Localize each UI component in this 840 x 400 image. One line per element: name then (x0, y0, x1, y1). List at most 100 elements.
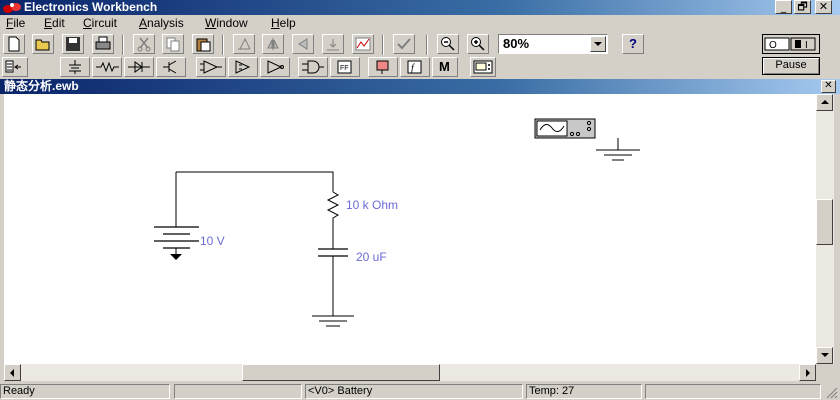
print-button[interactable] (92, 34, 114, 54)
mixed-ic-icon (235, 60, 251, 74)
miscellaneous-bin-button[interactable]: M (432, 57, 458, 77)
basic-bin-button[interactable] (92, 57, 122, 77)
zoom-out-button[interactable] (437, 34, 459, 54)
flip-vertical-button[interactable] (292, 34, 314, 54)
scroll-down-button[interactable] (816, 347, 833, 364)
main-toolbar (0, 34, 840, 56)
subcircuit-button[interactable] (393, 34, 415, 54)
rotate-button[interactable] (233, 34, 255, 54)
mixed-ics-bin-button[interactable] (228, 57, 258, 77)
power-switch-icon: O I (764, 37, 816, 51)
menu-analysis[interactable]: Analysis (139, 16, 184, 31)
scroll-up-button[interactable] (816, 94, 833, 111)
status-temperature: Temp: 27 (526, 384, 642, 399)
menu-edit[interactable]: Edit (44, 16, 65, 31)
status-component: <V0> Battery (305, 384, 523, 399)
graph-icon (355, 37, 371, 51)
parts-bin-button[interactable] (2, 57, 28, 77)
zoom-in-button[interactable] (467, 34, 489, 54)
horizontal-scroll-thumb[interactable] (242, 364, 440, 381)
component-properties-button[interactable] (322, 34, 344, 54)
menu-circuit[interactable]: Circuit (83, 16, 117, 31)
function-generator[interactable] (534, 118, 596, 139)
indicators-bin-button[interactable] (368, 57, 398, 77)
resistor (326, 191, 340, 249)
capacitor[interactable] (318, 248, 348, 316)
document-close-button[interactable]: ✕ (821, 80, 836, 93)
menu-window[interactable]: Window (205, 16, 248, 31)
transistor-icon (163, 60, 177, 74)
menu-analysis-label: nalysis (147, 16, 184, 30)
menu-help-label: elp (279, 16, 296, 30)
vertical-scrollbar[interactable] (816, 94, 834, 364)
save-button[interactable] (62, 34, 84, 54)
top-wire (176, 171, 334, 192)
minimize-button[interactable]: _ (775, 0, 792, 14)
flip-horizontal-button[interactable] (262, 34, 284, 54)
controls-bin-button[interactable]: f (400, 57, 430, 77)
open-folder-icon (35, 39, 50, 51)
circuit-canvas[interactable]: 10 V 10 k Ohm 20 uF (4, 94, 816, 364)
circuit-schematic (154, 118, 640, 327)
clipboard-icon (196, 38, 211, 52)
new-button[interactable] (3, 34, 25, 54)
digital-ics-bin-button[interactable] (260, 57, 290, 77)
sources-bin-button[interactable] (60, 57, 90, 77)
menu-edit-mnemonic: E (44, 16, 53, 30)
help-button[interactable]: ? (622, 34, 644, 54)
zoom-select[interactable]: 80% (498, 34, 608, 54)
copy-button[interactable] (162, 34, 184, 54)
menu-file[interactable]: File (6, 16, 25, 31)
menu-help[interactable]: Help (271, 16, 296, 31)
graph-button[interactable] (352, 34, 374, 54)
toolbar-separator (222, 35, 224, 55)
cut-button[interactable] (133, 34, 155, 54)
instruments-bin-button[interactable] (470, 57, 496, 77)
ground-capacitor (312, 315, 354, 327)
paste-button[interactable] (192, 34, 214, 54)
close-button[interactable]: ✕ (815, 0, 832, 14)
logic-gates-bin-button[interactable] (298, 57, 328, 77)
diodes-bin-button[interactable] (124, 57, 154, 77)
menu-circuit-label: ircuit (91, 16, 118, 30)
capacitor-label: 20 uF (356, 250, 387, 264)
flip-vertical-icon (298, 38, 308, 50)
menu-edit-label: dit (52, 16, 65, 30)
analog-ics-bin-button[interactable] (196, 57, 226, 77)
power-switch[interactable]: O I (762, 34, 820, 54)
toolbar-separator (122, 35, 124, 55)
digital-bin-button[interactable]: FF (330, 57, 360, 77)
scroll-left-button[interactable] (4, 364, 21, 381)
vertical-scroll-thumb[interactable] (816, 199, 833, 245)
toolbar-separator (382, 35, 384, 55)
component-toolbar: FF f M (0, 57, 840, 77)
open-button[interactable] (32, 34, 54, 54)
copy-icon (166, 37, 180, 52)
flip-flop-icon: FF (337, 60, 352, 74)
resize-grip-icon[interactable] (824, 385, 838, 399)
transistors-bin-button[interactable] (156, 57, 186, 77)
menu-window-mnemonic: W (205, 16, 217, 30)
battery[interactable] (154, 226, 199, 260)
restore-button[interactable]: 🗗 (794, 0, 811, 14)
opamp-icon (200, 60, 222, 74)
flip-horizontal-icon (267, 38, 279, 50)
svg-text:FF: FF (340, 65, 349, 72)
subcircuit-check-icon (397, 38, 411, 50)
save-disk-icon (66, 37, 80, 51)
chevron-down-icon[interactable] (590, 36, 606, 52)
pause-button[interactable]: Pause (762, 57, 820, 75)
scroll-right-button[interactable] (799, 364, 816, 381)
svg-text:O: O (769, 40, 777, 51)
instrument-icon (473, 60, 493, 74)
component-properties-icon (327, 39, 339, 51)
status-panel-empty (174, 384, 302, 399)
battery-label: 10 V (200, 234, 225, 248)
horizontal-scrollbar[interactable] (4, 364, 816, 381)
digital-ic-icon (267, 60, 284, 74)
sources-icon (69, 60, 81, 74)
zoom-out-icon (441, 37, 455, 51)
toolbar-separator (426, 35, 428, 55)
zoom-value: 80% (503, 36, 530, 51)
menu-analysis-mnemonic: A (139, 16, 148, 30)
